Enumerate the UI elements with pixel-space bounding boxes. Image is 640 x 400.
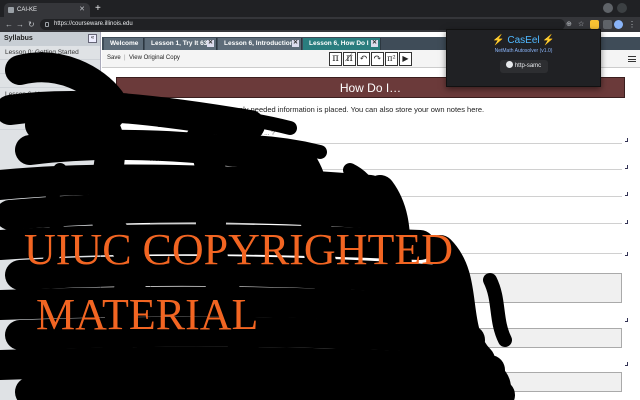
copyright-watermark-line2: MATERIAL: [36, 290, 259, 339]
copyright-watermark-line1: UIUC COPYRIGHTED: [24, 225, 453, 274]
redaction-scribble: [0, 52, 515, 400]
